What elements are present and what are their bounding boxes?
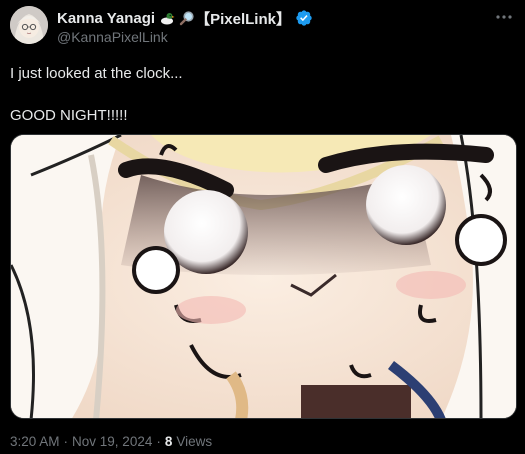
views-count[interactable]: 8: [165, 434, 173, 449]
tweet-image[interactable]: [10, 134, 517, 419]
tweet-meta: 3:20 AM · Nov 19, 2024 · 8 Views: [10, 434, 212, 449]
tweet-date[interactable]: Nov 19, 2024: [72, 434, 152, 449]
tweet-header: Kanna Yanagi 【PixelLink】 @KannaPixelLink: [10, 6, 515, 46]
meta-separator: ·: [156, 434, 161, 449]
magnifier-icon: [179, 10, 195, 26]
tweet-line-1: I just looked at the clock...: [10, 65, 183, 82]
avatar[interactable]: [10, 6, 48, 44]
more-options-icon[interactable]: [493, 10, 515, 24]
anime-face-illustration: [11, 135, 516, 418]
duck-icon: [159, 10, 175, 26]
author-handle[interactable]: @KannaPixelLink: [57, 29, 168, 45]
meta-separator: ·: [63, 434, 69, 449]
tweet-time[interactable]: 3:20 AM: [10, 434, 60, 449]
tweet-text: I just looked at the clock... GOOD NIGHT…: [10, 63, 510, 126]
author-display-name[interactable]: Kanna Yanagi: [57, 10, 155, 27]
views-label[interactable]: Views: [176, 434, 212, 449]
tweet-line-2: GOOD NIGHT!!!!!: [10, 107, 128, 124]
author-tag[interactable]: 【PixelLink】: [195, 8, 291, 29]
verified-badge-icon: [295, 9, 313, 27]
author-name-row[interactable]: Kanna Yanagi 【PixelLink】: [57, 8, 313, 29]
